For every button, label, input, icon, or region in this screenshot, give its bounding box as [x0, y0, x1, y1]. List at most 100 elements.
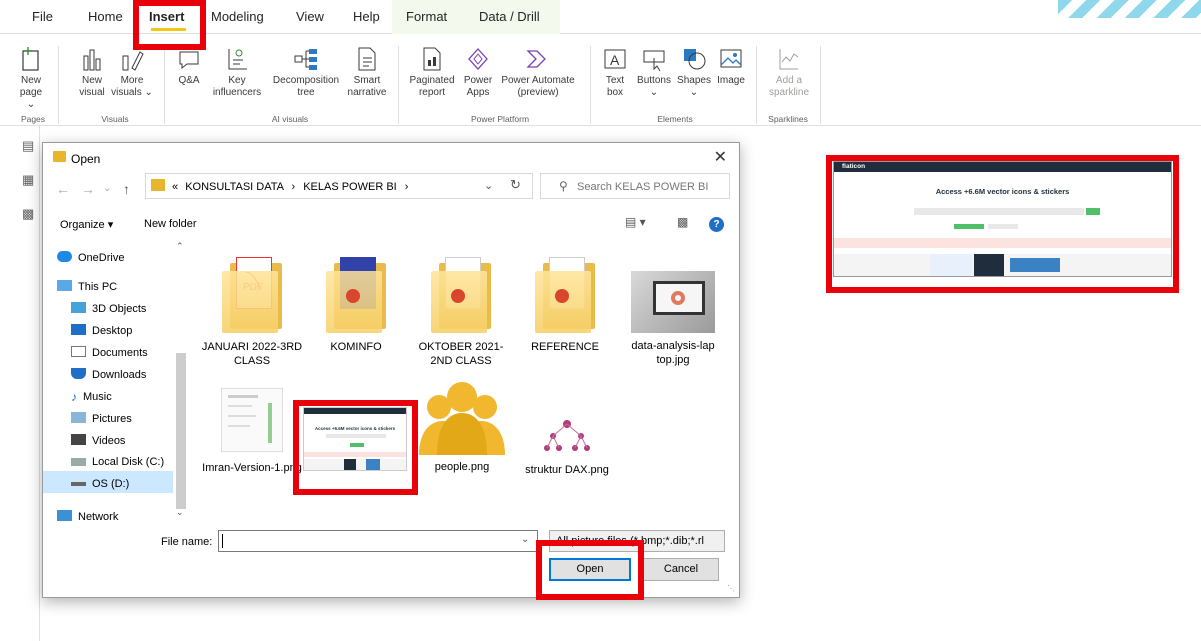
nav-item-os-d[interactable]: OS (D:) — [71, 478, 129, 490]
nav-item-this-pc[interactable]: This PC — [57, 280, 117, 293]
nav-item-videos[interactable]: Videos — [71, 434, 125, 447]
nav-label: OneDrive — [78, 252, 125, 264]
model-view-icon[interactable]: ▩ — [22, 206, 34, 222]
back-arrow-icon[interactable]: ← — [56, 181, 70, 197]
file-item-struktur-dax[interactable]: struktur DAX.png — [515, 418, 619, 477]
drive-icon — [71, 482, 86, 486]
tab-help[interactable]: Help — [353, 9, 380, 24]
nav-item-music[interactable]: ♪ Music — [71, 390, 112, 404]
resize-grip-icon[interactable]: ⋱ — [727, 584, 735, 593]
diagram-thumbnail — [523, 418, 611, 454]
nav-item-local-disk-c[interactable]: Local Disk (C:) — [71, 456, 164, 468]
download-icon — [71, 368, 86, 379]
tab-format[interactable]: Format — [406, 9, 447, 24]
decomposition-tree-label-1: Decomposition — [272, 75, 340, 86]
new-visual-label-2: visual — [79, 87, 105, 98]
more-visuals-button[interactable]: More visuals ⌄ — [110, 46, 154, 99]
tab-home[interactable]: Home — [88, 9, 123, 24]
breadcrumb-konsultasi-data[interactable]: KONSULTASI DATA — [185, 181, 283, 193]
buttons-icon — [643, 50, 665, 72]
breadcrumb-overflow[interactable]: « — [172, 181, 178, 193]
tab-data-drill[interactable]: Data / Drill — [479, 9, 540, 24]
add-sparkline-button[interactable]: Add a sparkline — [764, 46, 814, 99]
shapes-button[interactable]: Shapes ⌄ — [676, 46, 712, 99]
scroll-down-icon[interactable]: ⌄ — [176, 507, 184, 518]
highlight-selected-file — [293, 400, 418, 495]
file-item-oktober[interactable]: OKTOBER 2021-2ND CLASS — [409, 253, 513, 368]
navigation-pane: OneDrive This PC 3D Objects Desktop Docu… — [43, 239, 189, 523]
file-item-kominfo[interactable]: KOMINFO — [304, 253, 408, 354]
file-item-data-analysis-laptop[interactable]: data-analysis-laptop.jpg — [631, 271, 715, 367]
search-box[interactable]: ⚲ Search KELAS POWER BI — [540, 173, 730, 199]
organize-button[interactable]: Organize ▾ — [60, 218, 113, 231]
preview-pane-icon[interactable]: ▩ — [677, 215, 688, 229]
refresh-icon[interactable]: ↻ — [510, 177, 521, 193]
key-influencers-icon — [228, 49, 247, 70]
close-icon[interactable]: ✕ — [714, 147, 727, 167]
data-view-icon[interactable]: ▦ — [22, 172, 34, 188]
nav-item-desktop[interactable]: Desktop — [71, 324, 132, 337]
cancel-button[interactable]: Cancel — [643, 558, 719, 581]
buttons-button[interactable]: Buttons ⌄ — [634, 46, 674, 99]
dialog-folder-icon — [53, 151, 66, 162]
folder-icon: PDF — [220, 253, 284, 335]
new-visual-button[interactable]: New visual — [74, 46, 110, 99]
cube-icon — [71, 302, 86, 313]
file-name-dropdown-icon[interactable]: ⌄ — [521, 534, 529, 545]
laptop-photo-thumbnail — [631, 271, 715, 333]
tab-modeling[interactable]: Modeling — [211, 9, 264, 24]
nav-item-documents[interactable]: Documents — [71, 346, 148, 359]
group-visuals-label: Visuals — [101, 114, 129, 124]
breadcrumb-kelas-power-bi[interactable]: KELAS POWER BI — [303, 181, 397, 193]
text-box-icon: A — [604, 49, 626, 69]
address-bar[interactable]: « KONSULTASI DATA › KELAS POWER BI › ⌄ ↻ — [145, 173, 533, 199]
forward-arrow-icon[interactable]: → — [81, 181, 95, 197]
scroll-up-icon[interactable]: ⌃ — [176, 241, 184, 252]
nav-scrollbar[interactable]: ⌃ ⌄ — [173, 239, 189, 521]
text-box-button[interactable]: A Text box — [600, 46, 630, 99]
help-icon[interactable]: ? — [709, 217, 724, 232]
nav-item-onedrive[interactable]: OneDrive — [57, 251, 124, 264]
power-automate-button[interactable]: Power Automate (preview) — [496, 46, 580, 99]
scrollbar-thumb[interactable] — [176, 353, 186, 509]
nav-label: Network — [78, 511, 119, 523]
nav-item-pictures[interactable]: Pictures — [71, 412, 132, 425]
paginated-report-button[interactable]: Paginated report — [406, 46, 458, 99]
decomposition-tree-button[interactable]: Decomposition tree — [268, 46, 344, 99]
power-apps-button[interactable]: Power Apps — [460, 46, 496, 99]
file-name-input[interactable] — [218, 530, 538, 552]
file-item-imran-version[interactable]: Imran-Version-1.png — [200, 388, 304, 475]
image-button[interactable]: Image — [714, 46, 748, 87]
ribbon-separator — [164, 46, 165, 124]
recent-dropdown-icon[interactable]: ⌄ — [103, 183, 111, 194]
nav-label: Music — [83, 391, 112, 403]
folder-icon — [324, 253, 388, 335]
file-item-reference[interactable]: REFERENCE — [513, 253, 617, 354]
tab-view[interactable]: View — [296, 9, 324, 24]
new-page-button[interactable]: New page ⌄ — [16, 46, 46, 111]
file-name: JANUARI 2022-3RD CLASS — [201, 341, 303, 367]
pictures-icon — [71, 412, 86, 423]
new-folder-button[interactable]: New folder — [144, 218, 197, 230]
file-item-people[interactable]: people.png — [410, 381, 514, 474]
address-dropdown-icon[interactable]: ⌄ — [484, 179, 493, 192]
key-influencers-button[interactable]: Key influencers — [208, 46, 266, 99]
nav-item-3d-objects[interactable]: 3D Objects — [71, 302, 146, 315]
nav-label: Local Disk (C:) — [92, 456, 165, 468]
nav-label: Pictures — [92, 413, 132, 425]
breadcrumb-separator-icon: › — [291, 181, 296, 193]
up-arrow-icon[interactable]: ↑ — [123, 181, 130, 197]
music-icon: ♪ — [71, 390, 77, 404]
nav-item-downloads[interactable]: Downloads — [71, 368, 146, 381]
decomposition-tree-label-2: tree — [297, 87, 315, 98]
tab-file[interactable]: File — [32, 9, 53, 24]
smart-narrative-button[interactable]: Smart narrative — [344, 46, 390, 99]
ribbon-separator — [756, 46, 757, 124]
file-item-januari[interactable]: PDF JANUARI 2022-3RD CLASS — [200, 253, 304, 368]
qa-button[interactable]: Q&A — [174, 46, 204, 87]
report-view-icon[interactable]: ▤ — [22, 138, 34, 154]
nav-item-network[interactable]: Network — [57, 510, 118, 523]
decorative-stripes — [1058, 0, 1201, 18]
view-options-icon[interactable]: ▤ ▾ — [625, 215, 646, 229]
power-apps-label-2: Apps — [466, 87, 490, 98]
